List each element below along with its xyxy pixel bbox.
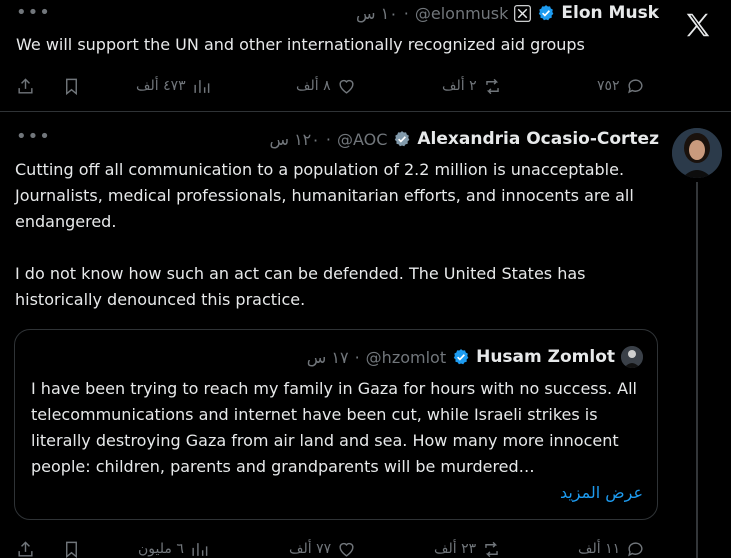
- tweet-elon[interactable]: ••• Elon Musk @elonmusk · ١٠ س We will s…: [0, 0, 731, 112]
- author-handle[interactable]: @AOC: [337, 130, 387, 149]
- quote-text: I have been trying to reach my family in…: [31, 379, 637, 476]
- show-more-link[interactable]: عرض المزيد: [560, 483, 643, 502]
- reposts-count: ٢٣ ألف: [434, 541, 477, 557]
- tweet-time[interactable]: ١٠ س: [356, 4, 398, 23]
- views-icon: [192, 542, 208, 556]
- views-button[interactable]: ٤٧٣ ألف: [136, 77, 211, 96]
- verified-badge-icon: [395, 131, 410, 147]
- share-button[interactable]: [16, 77, 35, 96]
- dot-separator: ·: [403, 3, 409, 23]
- verified-badge-icon: [539, 5, 554, 21]
- tweet-aoc[interactable]: ••• Alexandria Ocasio-Cortez @AOC · ١٢٠ …: [0, 112, 731, 558]
- quoted-tweet[interactable]: Husam Zomlot @hzomlot · ١٧ س I have been…: [14, 329, 658, 520]
- quote-time[interactable]: ١٧ س: [307, 348, 349, 367]
- quote-author-name[interactable]: Husam Zomlot: [476, 347, 615, 367]
- reply-icon: [627, 78, 643, 93]
- bookmark-button[interactable]: [62, 77, 81, 96]
- tweet-actions: ٤٧٣ ألف ٨ ألف ٢ ألف ٧٥٢: [16, 72, 660, 100]
- like-button[interactable]: ٨ ألف: [296, 77, 356, 96]
- affiliate-x-badge-icon: [514, 4, 532, 22]
- tweet-header: Alexandria Ocasio-Cortez @AOC · ١٢٠ س: [269, 129, 659, 149]
- quote-avatar: [621, 346, 643, 368]
- dot-separator: ·: [354, 347, 360, 367]
- tweet-text: We will support the UN and other interna…: [16, 35, 585, 54]
- bookmark-icon: [66, 541, 77, 558]
- reposts-count: ٢ ألف: [442, 78, 477, 94]
- more-icon[interactable]: •••: [16, 128, 51, 146]
- replies-count: ٧٥٢: [597, 78, 620, 94]
- views-count: ٦ مليون: [138, 541, 184, 557]
- share-icon: [18, 77, 33, 94]
- repost-icon: [485, 78, 499, 94]
- views-button[interactable]: ٦ مليون: [138, 540, 209, 558]
- views-count: ٤٧٣ ألف: [136, 78, 186, 94]
- more-icon[interactable]: •••: [16, 4, 51, 22]
- reply-button[interactable]: ١١ ألف: [578, 540, 645, 558]
- reply-icon: [628, 541, 643, 556]
- tweet-time[interactable]: ١٢٠ س: [269, 130, 319, 149]
- like-icon: [339, 542, 354, 557]
- author-name[interactable]: Elon Musk: [561, 3, 659, 23]
- likes-count: ٧٧ ألف: [289, 541, 332, 557]
- dot-separator: ·: [325, 129, 331, 149]
- author-name[interactable]: Alexandria Ocasio-Cortez: [417, 129, 659, 149]
- tweet-header: Elon Musk @elonmusk · ١٠ س: [356, 3, 659, 23]
- quote-header: Husam Zomlot @hzomlot · ١٧ س: [307, 346, 643, 368]
- repost-button[interactable]: ٢٣ ألف: [434, 540, 501, 558]
- like-icon: [339, 79, 354, 94]
- quote-author-handle[interactable]: @hzomlot: [366, 348, 446, 367]
- reply-button[interactable]: ٧٥٢: [597, 77, 645, 96]
- tweet-actions: ٦ مليون ٧٧ ألف ٢٣ ألف ١١ ألف: [16, 535, 660, 558]
- like-button[interactable]: ٧٧ ألف: [289, 540, 356, 558]
- tweet-text: Cutting off all communication to a popul…: [15, 160, 634, 309]
- replies-count: ١١ ألف: [578, 541, 621, 557]
- share-icon: [18, 540, 33, 557]
- likes-count: ٨ ألف: [296, 78, 331, 94]
- share-button[interactable]: [16, 540, 35, 558]
- views-icon: [194, 79, 210, 93]
- bookmark-icon: [66, 78, 77, 95]
- repost-button[interactable]: ٢ ألف: [442, 77, 502, 96]
- bookmark-button[interactable]: [62, 540, 81, 558]
- repost-icon: [485, 541, 498, 557]
- author-handle[interactable]: @elonmusk: [415, 4, 509, 23]
- verified-badge-icon: [453, 349, 469, 365]
